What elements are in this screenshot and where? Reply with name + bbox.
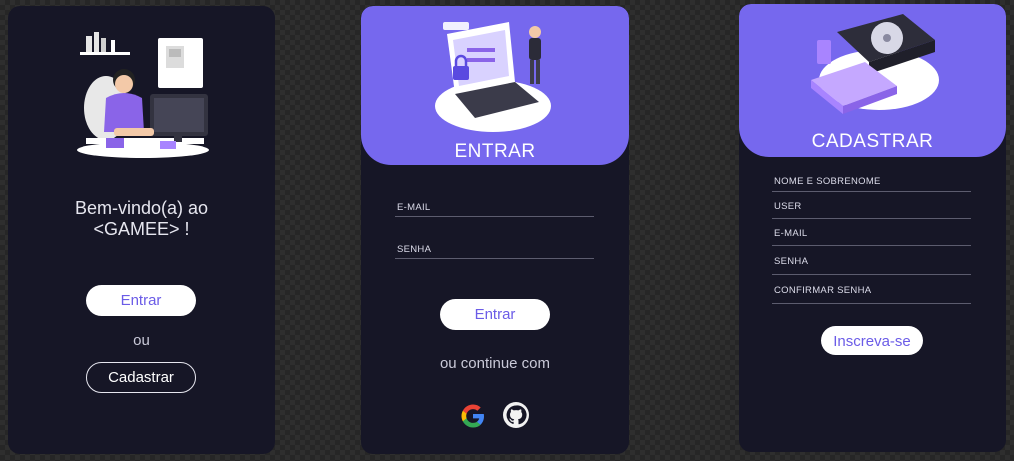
confirm-password-label: CONFIRMAR SENHA — [774, 285, 872, 296]
welcome-screen: Bem-vindo(a) ao <GAMEE> ! Entrar ou Cada… — [8, 6, 275, 454]
fullname-field[interactable]: NOME E SOBRENOME — [772, 176, 971, 192]
welcome-text: Bem-vindo(a) ao <GAMEE> ! — [8, 198, 275, 240]
email-field[interactable]: E-MAIL — [772, 228, 971, 246]
password-field[interactable]: SENHA — [772, 256, 971, 275]
login-header: ENTRAR — [361, 6, 629, 165]
confirm-password-field[interactable]: CONFIRMAR SENHA — [772, 285, 971, 304]
hard-drive-illustration — [811, 14, 939, 114]
user-field[interactable]: USER — [772, 201, 971, 219]
github-icon[interactable] — [502, 401, 530, 429]
register-header: CADASTRAR — [739, 4, 1006, 157]
login-screen: ENTRAR E-MAIL SENHA Entrar ou continue c… — [361, 6, 629, 454]
email-label: E-MAIL — [397, 202, 431, 213]
or-text: ou — [133, 332, 150, 349]
google-icon[interactable] — [459, 402, 487, 430]
password-label: SENHA — [774, 256, 809, 267]
register-screen: CADASTRAR NOME E SOBRENOME USER E-MAIL S… — [739, 4, 1006, 452]
welcome-line-2: <GAMEE> ! — [93, 219, 190, 239]
password-field[interactable]: SENHA — [395, 244, 594, 259]
email-label: E-MAIL — [774, 228, 808, 239]
fullname-label: NOME E SOBRENOME — [774, 176, 881, 187]
user-label: USER — [774, 201, 802, 212]
login-submit-button[interactable]: Entrar — [440, 299, 550, 330]
email-field[interactable]: E-MAIL — [395, 202, 594, 217]
login-button[interactable]: Entrar — [86, 285, 196, 316]
security-laptop-illustration — [435, 22, 551, 132]
password-label: SENHA — [397, 244, 432, 255]
register-button[interactable]: Cadastrar — [86, 362, 196, 393]
gamer-illustration — [77, 32, 209, 158]
continue-with-text: ou continue com — [439, 355, 551, 372]
signup-button[interactable]: Inscreva-se — [821, 326, 923, 355]
welcome-line-1: Bem-vindo(a) ao — [74, 198, 209, 218]
login-title: ENTRAR — [454, 141, 536, 162]
register-title: CADASTRAR — [811, 131, 934, 152]
